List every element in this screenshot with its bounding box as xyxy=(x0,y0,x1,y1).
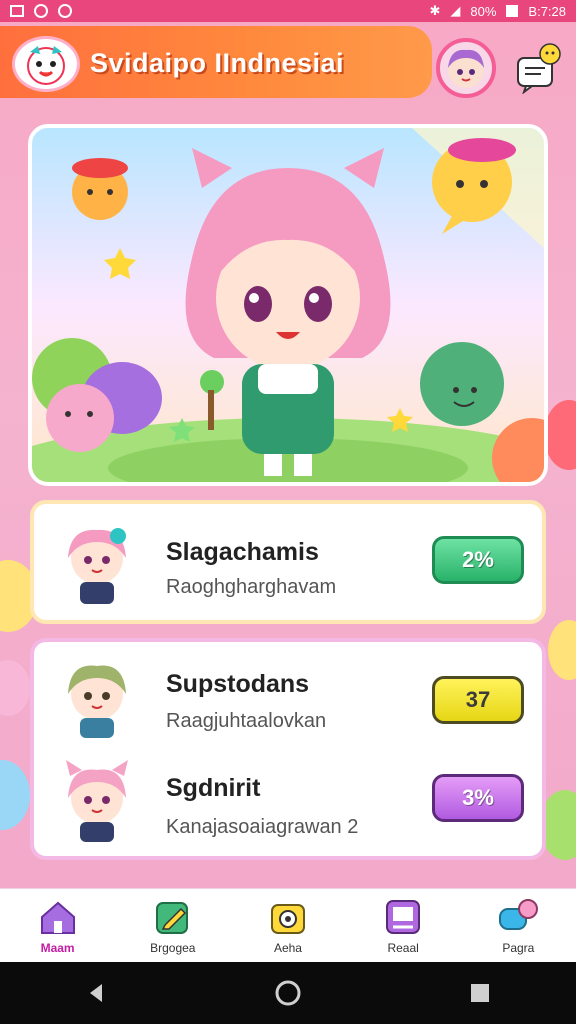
character-thumbnail xyxy=(66,760,128,842)
character-list: Supstodans Raagjuhtaalovkan 37 Sgdnirit … xyxy=(30,638,546,860)
app-logo[interactable] xyxy=(12,36,80,92)
back-button[interactable] xyxy=(76,973,116,1013)
list-item-title: Supstodans xyxy=(166,670,310,698)
gallery-icon xyxy=(386,899,421,934)
chat-icon xyxy=(499,898,539,930)
recents-button[interactable] xyxy=(460,973,500,1013)
nav-item-camera[interactable]: Aeha xyxy=(248,891,328,961)
list-item-badge[interactable]: 3% xyxy=(432,774,524,822)
featured-title: Slagachamis xyxy=(166,538,319,566)
app-title: Svidaipo IIndnesiai xyxy=(90,48,345,78)
list-item-badge[interactable]: 37 xyxy=(432,676,524,724)
nav-label: Maam xyxy=(40,940,75,955)
hero-illustration xyxy=(32,128,544,482)
home-icon xyxy=(40,901,75,934)
character-thumbnail xyxy=(68,665,126,738)
nav-label: Pagra xyxy=(502,940,535,955)
balloon-decoration xyxy=(548,620,576,680)
featured-row: Slagachamis Raoghgharghavam 2% xyxy=(34,514,542,614)
battery-percent: 80% xyxy=(470,3,497,19)
character-thumbnail xyxy=(68,528,126,604)
bluetooth-icon: ✱ xyxy=(429,3,441,18)
list-item-subtitle: Kanajasoaiagrawan 2 xyxy=(166,816,359,838)
featured-subtitle: Raoghgharghavam xyxy=(166,576,337,598)
message-icon xyxy=(517,43,561,95)
home-circle-icon xyxy=(275,980,301,1006)
bottom-nav: Maam Brgogea Aeha Reaal Pagra xyxy=(0,888,576,962)
clock: B:7:28 xyxy=(528,3,566,19)
signal-icon: ◢ xyxy=(450,3,461,18)
list-item[interactable]: Sgdnirit Kanajasoaiagrawan 2 3% xyxy=(34,752,542,852)
mascot-icon xyxy=(27,46,65,85)
nav-item-chat[interactable]: Pagra xyxy=(478,891,558,961)
sync-icon xyxy=(34,4,48,18)
balloon-decoration xyxy=(0,660,30,716)
nav-item-edit[interactable]: Brgogea xyxy=(133,891,213,961)
notification-icon xyxy=(10,5,24,17)
balloon-decoration xyxy=(0,760,30,830)
list-item[interactable]: Supstodans Raagjuhtaalovkan 37 xyxy=(34,648,542,748)
profile-avatar[interactable] xyxy=(436,38,496,98)
featured-card[interactable]: Slagachamis Raoghgharghavam 2% xyxy=(30,500,546,624)
status-bar: ✱ ◢ 80% B:7:28 xyxy=(0,0,576,22)
home-button[interactable] xyxy=(268,973,308,1013)
nav-label: Brgogea xyxy=(150,940,196,955)
nav-label: Reaal xyxy=(387,940,419,955)
balloon-decoration xyxy=(544,400,576,470)
battery-icon xyxy=(506,5,519,17)
list-item-title: Sgdnirit xyxy=(166,774,261,802)
nav-item-home[interactable]: Maam xyxy=(18,891,98,961)
nav-item-gallery[interactable]: Reaal xyxy=(363,891,443,961)
list-item-subtitle: Raagjuhtaalovkan xyxy=(166,710,327,732)
settings-icon xyxy=(58,4,72,18)
nav-label: Aeha xyxy=(273,940,302,955)
app-header: Svidaipo IIndnesiai xyxy=(0,22,576,100)
recents-icon xyxy=(471,984,489,1002)
messages-button[interactable] xyxy=(514,42,562,95)
camera-icon xyxy=(270,903,305,934)
hero-banner[interactable] xyxy=(28,124,548,486)
back-icon xyxy=(90,984,102,1002)
edit-icon xyxy=(155,901,188,934)
system-nav-bar xyxy=(0,962,576,1024)
avatar-icon xyxy=(448,49,484,88)
featured-badge[interactable]: 2% xyxy=(432,536,524,584)
